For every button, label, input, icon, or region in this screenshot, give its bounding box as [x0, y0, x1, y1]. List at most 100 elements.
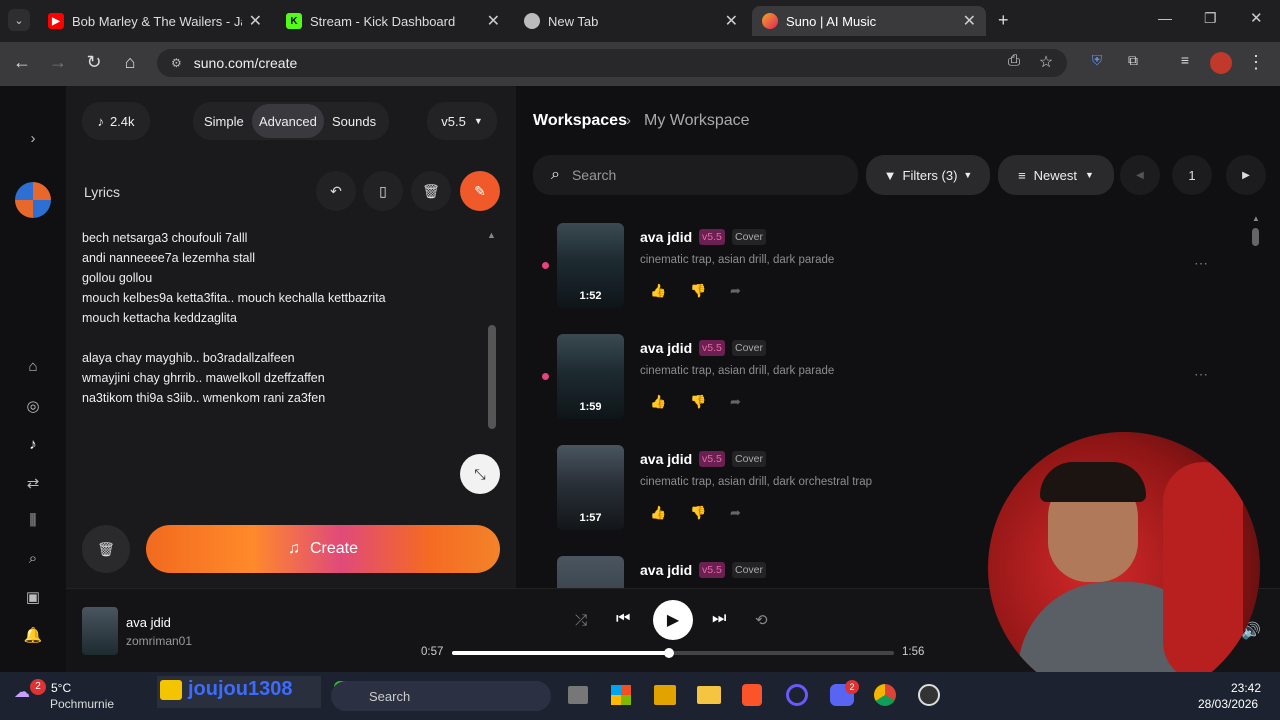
- library-icon[interactable]: ⫼: [22, 512, 44, 529]
- dislike-icon[interactable]: 👎: [690, 394, 706, 410]
- song-title[interactable]: ava jdid: [640, 451, 692, 467]
- song-title[interactable]: ava jdid: [640, 229, 692, 245]
- brave-icon[interactable]: [742, 684, 762, 706]
- song-title[interactable]: ava jdid: [640, 340, 692, 356]
- clear-trash-icon[interactable]: 🗑: [82, 525, 130, 573]
- address-bar[interactable]: ⚙ suno.com/create: [157, 49, 1067, 77]
- media-controls-icon[interactable]: ≡: [1173, 52, 1197, 68]
- song-cover[interactable]: 1:57: [557, 445, 624, 530]
- magic-wand-icon[interactable]: ✎: [460, 171, 500, 211]
- site-info-icon[interactable]: ⚙: [171, 56, 182, 70]
- now-playing-title[interactable]: ava jdid: [126, 615, 171, 630]
- song-cover[interactable]: 1:52: [557, 223, 624, 308]
- sort-button[interactable]: ≡ Newest ▼: [998, 155, 1114, 195]
- create-icon[interactable]: ♪: [22, 436, 44, 453]
- tab-new-tab[interactable]: New Tab ✕: [514, 6, 748, 36]
- restore-icon[interactable]: ❐: [1204, 10, 1217, 27]
- share-icon[interactable]: ➦: [730, 283, 741, 299]
- suno-logo[interactable]: [15, 182, 51, 218]
- close-tab-icon[interactable]: ✕: [963, 11, 976, 31]
- scroll-up-icon[interactable]: ▲: [1252, 214, 1260, 223]
- lyrics-line[interactable]: alaya chay mayghib.. bo3radallzalfeen: [82, 351, 295, 365]
- repeat-icon[interactable]: ⟲: [755, 611, 768, 629]
- copilot-icon[interactable]: [786, 684, 808, 706]
- progress-track[interactable]: [452, 648, 894, 658]
- share-icon[interactable]: ➦: [730, 394, 741, 410]
- notifications-icon[interactable]: 🔔: [22, 626, 44, 644]
- close-window-icon[interactable]: ✕: [1250, 9, 1263, 27]
- mode-simple[interactable]: Simple: [204, 114, 244, 129]
- home-icon[interactable]: ⌂: [118, 52, 142, 73]
- lyrics-line[interactable]: wmayjini chay ghrrib.. mawelkoll dzeffza…: [82, 371, 325, 385]
- dislike-icon[interactable]: 👎: [690, 505, 706, 521]
- lyrics-line[interactable]: bech netsarga3 choufouli 7alll: [82, 231, 247, 245]
- studio-icon[interactable]: ⇄: [22, 474, 44, 492]
- breadcrumb-workspaces[interactable]: Workspaces: [533, 112, 627, 130]
- taskbar-search[interactable]: Search: [331, 681, 551, 711]
- back-icon[interactable]: ←: [10, 52, 34, 73]
- obs-icon[interactable]: [918, 684, 940, 706]
- like-icon[interactable]: 👍: [650, 283, 666, 299]
- home-icon[interactable]: ⌂: [22, 358, 44, 375]
- install-app-icon[interactable]: ⎙: [1002, 52, 1026, 69]
- filters-button[interactable]: ▼ Filters (3) ▼: [866, 155, 990, 195]
- like-icon[interactable]: 👍: [650, 394, 666, 410]
- search-icon[interactable]: ⌕: [22, 550, 44, 567]
- close-tab-icon[interactable]: ✕: [487, 11, 500, 31]
- credits-button[interactable]: ♪ 2.4k: [82, 102, 150, 140]
- extension-shield-icon[interactable]: ⛨: [1085, 52, 1109, 69]
- progress-knob[interactable]: [663, 648, 674, 658]
- song-cover[interactable]: 1:59: [557, 334, 624, 419]
- undo-icon[interactable]: ↶: [316, 171, 356, 211]
- tab-kick[interactable]: K Stream - Kick Dashboard ✕: [276, 6, 510, 36]
- lyrics-line[interactable]: andi nanneeee7a lezemha stall: [82, 251, 255, 265]
- song-row[interactable]: 1:59 ava jdid v5.5 Cover cinematic trap,…: [533, 334, 1233, 434]
- store-bag-icon[interactable]: [654, 685, 676, 705]
- page-number[interactable]: 1: [1172, 155, 1212, 195]
- more-options-icon[interactable]: ⋯: [1194, 255, 1208, 272]
- lyrics-line[interactable]: mouch kelbes9a ketta3fita.. mouch kechal…: [82, 291, 386, 305]
- new-tab-button[interactable]: +: [998, 10, 1009, 31]
- dislike-icon[interactable]: 👎: [690, 283, 706, 299]
- lyrics-line[interactable]: mouch kettacha keddzaglita: [82, 311, 237, 325]
- close-tab-icon[interactable]: ✕: [725, 11, 738, 31]
- bookmark-star-icon[interactable]: ☆: [1034, 52, 1058, 72]
- now-playing-artist[interactable]: zomriman01: [126, 634, 192, 648]
- mode-advanced[interactable]: Advanced: [259, 114, 317, 129]
- file-explorer-icon[interactable]: [697, 686, 721, 704]
- hooks-icon[interactable]: ▣: [22, 588, 44, 606]
- next-page-icon[interactable]: ▶: [1226, 155, 1266, 195]
- bookmark-icon[interactable]: ▯: [363, 171, 403, 211]
- weather-icon[interactable]: ☁: [14, 682, 30, 702]
- previous-icon[interactable]: ⏮: [616, 610, 630, 628]
- chrome-taskbar-icon[interactable]: [874, 684, 896, 706]
- lyrics-line[interactable]: gollou gollou: [82, 271, 152, 285]
- song-row[interactable]: 1:52 ava jdid v5.5 Cover cinematic trap,…: [533, 223, 1233, 323]
- microsoft-store-icon[interactable]: [611, 685, 631, 705]
- tab-suno[interactable]: Suno | AI Music ✕: [752, 6, 986, 36]
- prev-page-icon[interactable]: ◀: [1120, 155, 1160, 195]
- lyrics-line[interactable]: na3tikom thi9a s3iib.. wmenkom rani za3f…: [82, 391, 325, 405]
- lyrics-scrollbar[interactable]: [488, 325, 496, 429]
- song-title[interactable]: ava jdid: [640, 562, 692, 578]
- workspace-search[interactable]: ⌕ Search: [533, 155, 858, 195]
- like-icon[interactable]: 👍: [650, 505, 666, 521]
- shuffle-icon[interactable]: ⤮: [575, 612, 587, 629]
- tab-search-button[interactable]: ⌄: [8, 9, 30, 31]
- tab-youtube[interactable]: ▶ Bob Marley & The Wailers - Jam ✕: [38, 6, 272, 36]
- task-view-icon[interactable]: [568, 686, 588, 704]
- menu-icon[interactable]: ⋮: [1244, 52, 1268, 73]
- extensions-icon[interactable]: ⧉: [1121, 52, 1145, 69]
- play-button[interactable]: ▶: [653, 600, 693, 640]
- trash-icon[interactable]: 🗑: [411, 171, 451, 211]
- song-cover[interactable]: [557, 556, 624, 588]
- explore-icon[interactable]: ◎: [22, 397, 44, 415]
- close-tab-icon[interactable]: ✕: [249, 11, 262, 31]
- model-version-select[interactable]: v5.5 ▼: [427, 102, 497, 140]
- expand-icon[interactable]: ⤡: [460, 454, 500, 494]
- mode-sounds[interactable]: Sounds: [332, 114, 376, 129]
- minimize-icon[interactable]: —: [1158, 10, 1172, 26]
- now-playing-cover[interactable]: [82, 607, 118, 655]
- share-icon[interactable]: ➦: [730, 505, 741, 521]
- expand-sidebar-icon[interactable]: ›: [22, 130, 44, 147]
